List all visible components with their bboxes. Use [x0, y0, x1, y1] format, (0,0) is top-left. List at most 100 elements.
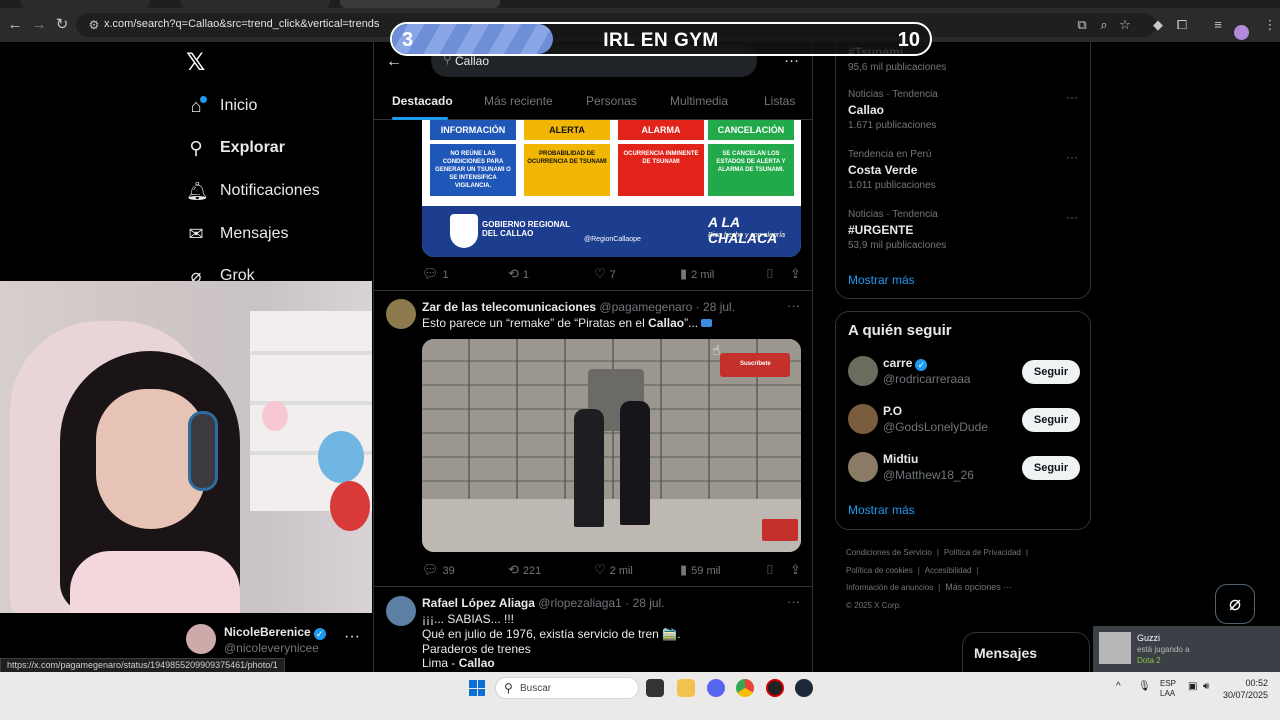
- more-icon[interactable]: ···: [344, 628, 360, 646]
- share-button[interactable]: ⇪: [790, 562, 805, 578]
- trends-show-more-link[interactable]: Mostrar más: [848, 273, 915, 287]
- tab-lists[interactable]: Listas: [764, 94, 795, 108]
- tweet-video[interactable]: Suscríbete: [422, 339, 801, 552]
- file-explorer-icon[interactable]: [677, 679, 695, 697]
- grok-button[interactable]: ⌀: [1215, 584, 1255, 624]
- sidebar-item-explore[interactable]: ⚲ Explorar: [186, 134, 285, 162]
- chrome-icon[interactable]: [736, 679, 754, 697]
- bookmark-button[interactable]: ⌷: [766, 266, 778, 282]
- follow-button[interactable]: Seguir: [1022, 360, 1080, 384]
- steam-notification[interactable]: Guzzi está jugando a Dota 2: [1093, 626, 1280, 672]
- tweet-date[interactable]: · 28 jul.: [625, 596, 664, 610]
- browser-tab[interactable]: [180, 0, 330, 8]
- x-logo-icon[interactable]: 𝕏: [186, 51, 208, 75]
- arrow-right-icon[interactable]: →: [30, 16, 48, 34]
- reply-button[interactable]: 💬︎ 39: [422, 562, 455, 578]
- footer-more-options[interactable]: Más opciones ···: [945, 582, 1012, 592]
- follow-suggestion[interactable]: carre ✓ @rodricarreraaa Seguir: [848, 356, 1088, 390]
- discord-icon[interactable]: [707, 679, 725, 697]
- messages-drawer[interactable]: Mensajes: [962, 632, 1090, 674]
- microphone-icon[interactable]: 🎙︎: [1138, 681, 1151, 692]
- tab-featured[interactable]: Destacado: [392, 94, 453, 108]
- extension-diamond-icon[interactable]: ◆: [1150, 17, 1166, 33]
- avatar[interactable]: [848, 404, 878, 434]
- follow-suggestion[interactable]: Midtiu @Matthew18_26 Seguir: [848, 452, 1088, 486]
- trend-more-icon[interactable]: ···: [1066, 210, 1078, 224]
- tab-latest[interactable]: Más reciente: [484, 94, 553, 108]
- language-indicator[interactable]: ESP LAA: [1160, 679, 1176, 699]
- taskbar-clock[interactable]: 00:52 30/07/2025: [1222, 677, 1268, 701]
- tweet-more-icon[interactable]: ···: [787, 594, 800, 609]
- trend-item[interactable]: Noticias · Tendencia #URGENTE 53,9 mil p…: [848, 209, 1088, 251]
- chevron-up-icon[interactable]: ^: [1116, 681, 1121, 692]
- views-button[interactable]: ▮ 2 mil: [680, 266, 714, 282]
- windows-start-icon[interactable]: [469, 680, 485, 696]
- trend-item[interactable]: Noticias · Tendencia Callao 1.671 public…: [848, 89, 1088, 131]
- media-list-icon[interactable]: ≡: [1210, 17, 1226, 33]
- profile-avatar[interactable]: [1234, 25, 1249, 40]
- tweet-date[interactable]: · 28 jul.: [696, 300, 735, 314]
- repost-button[interactable]: ⟲ 1: [508, 266, 529, 282]
- home-icon: ⌂: [186, 96, 207, 116]
- reply-button[interactable]: 💬︎ 1: [422, 266, 449, 282]
- tweet-author-handle[interactable]: @pagamegenaro: [599, 300, 692, 314]
- follow-show-more-link[interactable]: Mostrar más: [848, 503, 915, 517]
- account-switcher[interactable]: NicoleBerenice ✓ @nicoleverynicee ···: [186, 624, 366, 658]
- footer-link-accessibility[interactable]: Accesibilidad: [925, 566, 972, 575]
- avatar[interactable]: [386, 596, 416, 626]
- tweet-author-name[interactable]: Zar de las telecomunicaciones: [422, 300, 596, 314]
- keyboard-layout: LAA: [1160, 689, 1176, 698]
- avatar[interactable]: [848, 356, 878, 386]
- who-to-follow-card: A quién seguir carre ✓ @rodricarreraaa Se…: [835, 311, 1091, 530]
- footer-link-cookies[interactable]: Política de cookies: [846, 566, 913, 575]
- share-button[interactable]: ⇪: [790, 266, 805, 282]
- follow-button[interactable]: Seguir: [1022, 456, 1080, 480]
- volume-icon[interactable]: 🔊︎: [1203, 681, 1209, 692]
- views-button[interactable]: ▮ 59 mil: [680, 562, 721, 578]
- browser-menu-icon[interactable]: ⋮: [1262, 17, 1278, 33]
- browser-tab-active[interactable]: [340, 0, 500, 8]
- browser-tab[interactable]: [20, 0, 150, 8]
- bookmark-star-icon[interactable]: ☆: [1117, 17, 1133, 33]
- footer-link-terms[interactable]: Condiciones de Servicio: [846, 548, 932, 557]
- zoom-icon[interactable]: ⌕: [1096, 17, 1112, 33]
- back-arrow-icon[interactable]: ←: [386, 53, 402, 71]
- tweet-author-handle[interactable]: @rlopezaliaga1: [538, 596, 622, 610]
- sidebar-item-notifications[interactable]: 🔔︎ Notificaciones: [186, 177, 320, 205]
- taskbar-search-input[interactable]: ⚲ Buscar: [495, 677, 639, 699]
- info-slogan: A LA CHALACA: [708, 214, 778, 246]
- footer-link-ads[interactable]: Información de anuncios: [846, 583, 933, 592]
- reply-count: 39: [442, 565, 455, 577]
- tab-people[interactable]: Personas: [586, 94, 637, 108]
- reload-icon[interactable]: ↻: [53, 16, 71, 34]
- like-button[interactable]: ♡ 2 mil: [594, 562, 633, 578]
- reply-icon: 💬︎: [422, 266, 439, 281]
- trend-item[interactable]: Tendencia en Perú Costa Verde 1.011 publ…: [848, 149, 1088, 191]
- reply-icon: 💬︎: [422, 562, 439, 577]
- trend-name: Costa Verde: [848, 163, 918, 177]
- like-button[interactable]: ♡ 7: [594, 266, 616, 282]
- follow-button[interactable]: Seguir: [1022, 408, 1080, 432]
- follow-suggestion[interactable]: P.O @GodsLonelyDude Seguir: [848, 404, 1088, 438]
- task-view-icon[interactable]: [646, 679, 664, 697]
- trend-more-icon[interactable]: ···: [1066, 90, 1078, 104]
- avatar[interactable]: [386, 299, 416, 329]
- install-app-icon[interactable]: ⧉: [1074, 17, 1090, 33]
- repost-button[interactable]: ⟲ 221: [508, 562, 541, 578]
- bookmark-button[interactable]: ⌷: [766, 562, 778, 578]
- tweet-author-name[interactable]: Rafael López Aliaga: [422, 596, 535, 610]
- tweet-more-icon[interactable]: ···: [787, 298, 800, 313]
- site-info-icon[interactable]: ⚙: [86, 17, 102, 33]
- extensions-puzzle-icon[interactable]: ⧠: [1174, 17, 1190, 33]
- trend-more-icon[interactable]: ···: [1066, 150, 1078, 164]
- sidebar-item-messages[interactable]: ✉ Mensajes: [186, 220, 288, 248]
- tweet-image-infographic[interactable]: INFORMACIÓN NO REÚNE LAS CONDICIONES PAR…: [422, 120, 801, 257]
- arrow-left-icon[interactable]: ←: [6, 16, 24, 34]
- network-icon[interactable]: ▣: [1188, 681, 1197, 692]
- avatar[interactable]: [848, 452, 878, 482]
- tab-media[interactable]: Multimedia: [670, 94, 728, 108]
- footer-link-privacy[interactable]: Política de Privacidad: [944, 548, 1021, 557]
- steam-icon[interactable]: [795, 679, 813, 697]
- sidebar-item-home[interactable]: ⌂ Inicio: [186, 92, 257, 120]
- obs-icon[interactable]: [766, 679, 784, 697]
